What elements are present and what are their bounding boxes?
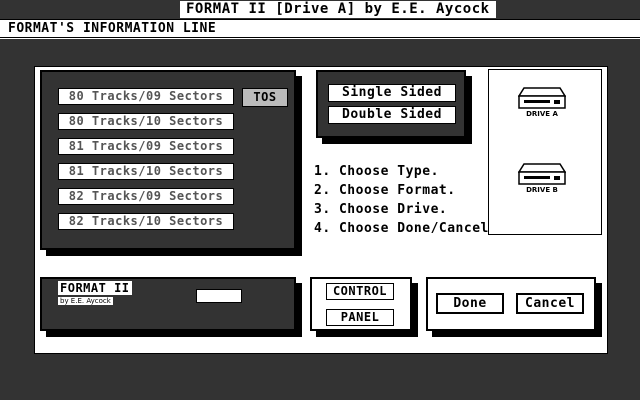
window-title: FORMAT II [Drive A] by E.E. Aycock	[180, 1, 496, 18]
title-bar[interactable]: FORMAT II [Drive A] by E.E. Aycock	[0, 0, 640, 20]
drive-b-label: DRIVE B	[526, 186, 558, 194]
sides-panel: Single Sided Double Sided	[316, 70, 466, 138]
instruction-step-4: 4. Choose Done/Cancel	[314, 221, 489, 236]
floppy-drive-icon	[518, 87, 566, 109]
format-option-80-09[interactable]: 80 Tracks/09 Sectors	[58, 88, 234, 105]
control-panel-group: CONTROL PANEL	[310, 277, 412, 331]
format-option-82-09[interactable]: 82 Tracks/09 Sectors	[58, 188, 234, 205]
tos-button[interactable]: TOS	[242, 88, 288, 107]
drive-b-button[interactable]: DRIVE B	[517, 162, 567, 194]
progress-indicator	[196, 289, 242, 303]
single-sided-button[interactable]: Single Sided	[328, 84, 456, 102]
format-option-81-09[interactable]: 81 Tracks/09 Sectors	[58, 138, 234, 155]
author-credit: by E.E. Aycock	[58, 297, 113, 305]
cancel-button[interactable]: Cancel	[516, 293, 584, 314]
panel-button[interactable]: PANEL	[326, 309, 394, 326]
double-sided-button[interactable]: Double Sided	[328, 106, 456, 124]
format-selection-panel: 80 Tracks/09 Sectors 80 Tracks/10 Sector…	[40, 70, 296, 250]
program-name: FORMAT II	[58, 281, 132, 295]
drive-a-button[interactable]: DRIVE A	[517, 86, 567, 118]
drive-a-label: DRIVE A	[526, 110, 558, 118]
information-line: FORMAT'S INFORMATION LINE	[0, 20, 640, 38]
instruction-step-2: 2. Choose Format.	[314, 183, 456, 198]
drives-panel: DRIVE A DRIVE B	[488, 69, 602, 235]
format-option-81-10[interactable]: 81 Tracks/10 Sectors	[58, 163, 234, 180]
format-option-82-10[interactable]: 82 Tracks/10 Sectors	[58, 213, 234, 230]
control-button[interactable]: CONTROL	[326, 283, 394, 300]
format-option-80-10[interactable]: 80 Tracks/10 Sectors	[58, 113, 234, 130]
instructions-list: 1. Choose Type. 2. Choose Format. 3. Cho…	[314, 162, 489, 238]
actions-panel: Done Cancel	[426, 277, 596, 331]
floppy-drive-icon	[518, 163, 566, 185]
instruction-step-1: 1. Choose Type.	[314, 164, 439, 179]
credits-panel: FORMAT II by E.E. Aycock	[40, 277, 296, 331]
instruction-step-3: 3. Choose Drive.	[314, 202, 448, 217]
done-button[interactable]: Done	[436, 293, 504, 314]
